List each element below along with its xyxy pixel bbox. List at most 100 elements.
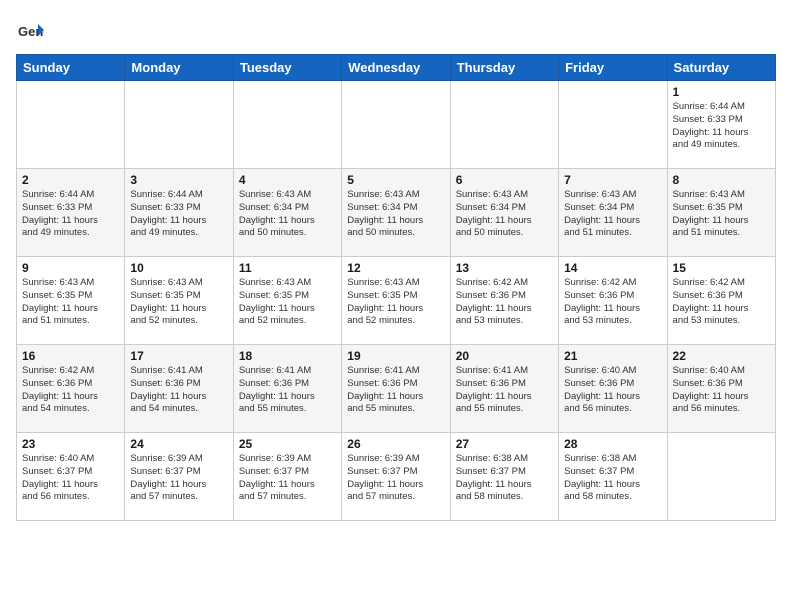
calendar-cell: 19Sunrise: 6:41 AM Sunset: 6:36 PM Dayli…: [342, 345, 450, 433]
calendar-cell: 11Sunrise: 6:43 AM Sunset: 6:35 PM Dayli…: [233, 257, 341, 345]
day-info: Sunrise: 6:43 AM Sunset: 6:35 PM Dayligh…: [347, 277, 444, 328]
calendar-cell: 12 Sunrise: 6:43 AM Sunset: 6:35 PM Dayli…: [342, 257, 450, 345]
day-number: 9: [22, 261, 119, 275]
day-info: Sunrise: 6:40 AM Sunset: 6:37 PM Dayligh…: [22, 453, 119, 504]
day-number: 8: [673, 173, 770, 187]
day-info: Sunrise: 6:44 AM Sunset: 6:33 PM Dayligh…: [130, 189, 227, 240]
calendar-cell: 10 Sunrise: 6:43 AM Sunset: 6:35 PM Dayli…: [125, 257, 233, 345]
calendar-cell: 21 Sunrise: 6:40 AM Sunset: 6:36 PM Dayli…: [559, 345, 667, 433]
calendar-cell: 5 Sunrise: 6:43 AM Sunset: 6:34 PM Daylig…: [342, 169, 450, 257]
day-number: 27: [456, 437, 553, 451]
day-info: Sunrise: 6:42 AM Sunset: 6:36 PM Dayligh…: [22, 365, 119, 416]
calendar-cell: 20Sunrise: 6:41 AM Sunset: 6:36 PM Dayli…: [450, 345, 558, 433]
calendar-cell: 23 Sunrise: 6:40 AM Sunset: 6:37 PM Dayli…: [17, 433, 125, 521]
day-number: 11: [239, 261, 336, 275]
day-number: 18: [239, 349, 336, 363]
calendar-cell: 17 Sunrise: 6:41 AM Sunset: 6:36 PM Dayli…: [125, 345, 233, 433]
calendar-week-row: 1 Sunrise: 6:44 AM Sunset: 6:33 PM Daylig…: [17, 81, 776, 169]
day-info: Sunrise: 6:41 AM Sunset: 6:36 PM Dayligh…: [347, 365, 444, 416]
day-info: Sunrise: 6:43 AM Sunset: 6:34 PM Dayligh…: [456, 189, 553, 240]
day-info: Sunrise: 6:40 AM Sunset: 6:36 PM Dayligh…: [673, 365, 770, 416]
day-number: 28: [564, 437, 661, 451]
calendar-cell: 6 Sunrise: 6:43 AM Sunset: 6:34 PM Daylig…: [450, 169, 558, 257]
day-info: Sunrise: 6:42 AM Sunset: 6:36 PM Dayligh…: [564, 277, 661, 328]
day-info: Sunrise: 6:41 AM Sunset: 6:36 PM Dayligh…: [239, 365, 336, 416]
day-number: 10: [130, 261, 227, 275]
logo-icon: General: [16, 16, 44, 44]
day-number: 21: [564, 349, 661, 363]
calendar-cell: 16 Sunrise: 6:42 AM Sunset: 6:36 PM Dayli…: [17, 345, 125, 433]
calendar-cell: 14 Sunrise: 6:42 AM Sunset: 6:36 PM Dayli…: [559, 257, 667, 345]
day-info: Sunrise: 6:43 AM Sunset: 6:35 PM Dayligh…: [673, 189, 770, 240]
day-number: 22: [673, 349, 770, 363]
calendar-cell: 4 Sunrise: 6:43 AM Sunset: 6:34 PM Daylig…: [233, 169, 341, 257]
calendar-week-row: 9 Sunrise: 6:43 AM Sunset: 6:35 PM Daylig…: [17, 257, 776, 345]
calendar-cell: [233, 81, 341, 169]
calendar-cell: 9 Sunrise: 6:43 AM Sunset: 6:35 PM Daylig…: [17, 257, 125, 345]
calendar-cell: 2 Sunrise: 6:44 AM Sunset: 6:33 PM Daylig…: [17, 169, 125, 257]
calendar-cell: 22 Sunrise: 6:40 AM Sunset: 6:36 PM Dayli…: [667, 345, 775, 433]
calendar-cell: [125, 81, 233, 169]
day-number: 6: [456, 173, 553, 187]
day-info: Sunrise: 6:43 AM Sunset: 6:34 PM Dayligh…: [347, 189, 444, 240]
day-info: Sunrise: 6:39 AM Sunset: 6:37 PM Dayligh…: [347, 453, 444, 504]
day-info: Sunrise: 6:43 AM Sunset: 6:35 PM Dayligh…: [22, 277, 119, 328]
calendar-cell: 18 Sunrise: 6:41 AM Sunset: 6:36 PM Dayli…: [233, 345, 341, 433]
calendar-table: SundayMondayTuesdayWednesdayThursdayFrid…: [16, 54, 776, 521]
calendar-cell: [559, 81, 667, 169]
day-number: 3: [130, 173, 227, 187]
day-number: 24: [130, 437, 227, 451]
day-number: 23: [22, 437, 119, 451]
day-info: Sunrise: 6:44 AM Sunset: 6:33 PM Dayligh…: [673, 101, 770, 152]
calendar-cell: 13Sunrise: 6:42 AM Sunset: 6:36 PM Dayli…: [450, 257, 558, 345]
day-info: Sunrise: 6:38 AM Sunset: 6:37 PM Dayligh…: [564, 453, 661, 504]
day-info: Sunrise: 6:41 AM Sunset: 6:36 PM Dayligh…: [130, 365, 227, 416]
day-info: Sunrise: 6:42 AM Sunset: 6:36 PM Dayligh…: [673, 277, 770, 328]
calendar-week-row: 16 Sunrise: 6:42 AM Sunset: 6:36 PM Dayli…: [17, 345, 776, 433]
day-info: Sunrise: 6:39 AM Sunset: 6:37 PM Dayligh…: [130, 453, 227, 504]
day-number: 14: [564, 261, 661, 275]
day-of-week-header: Tuesday: [233, 55, 341, 81]
day-of-week-header: Saturday: [667, 55, 775, 81]
day-info: Sunrise: 6:43 AM Sunset: 6:34 PM Dayligh…: [564, 189, 661, 240]
day-number: 12: [347, 261, 444, 275]
calendar-cell: 3 Sunrise: 6:44 AM Sunset: 6:33 PM Daylig…: [125, 169, 233, 257]
logo: General: [16, 16, 48, 44]
calendar-header-row: SundayMondayTuesdayWednesdayThursdayFrid…: [17, 55, 776, 81]
calendar-cell: 25 Sunrise: 6:39 AM Sunset: 6:37 PM Dayli…: [233, 433, 341, 521]
calendar-cell: 1 Sunrise: 6:44 AM Sunset: 6:33 PM Daylig…: [667, 81, 775, 169]
calendar-cell: [667, 433, 775, 521]
day-info: Sunrise: 6:38 AM Sunset: 6:37 PM Dayligh…: [456, 453, 553, 504]
calendar-cell: [450, 81, 558, 169]
day-number: 2: [22, 173, 119, 187]
calendar-cell: 7 Sunrise: 6:43 AM Sunset: 6:34 PM Daylig…: [559, 169, 667, 257]
day-info: Sunrise: 6:39 AM Sunset: 6:37 PM Dayligh…: [239, 453, 336, 504]
page-header: General: [16, 16, 776, 44]
calendar-cell: 8 Sunrise: 6:43 AM Sunset: 6:35 PM Daylig…: [667, 169, 775, 257]
day-number: 1: [673, 85, 770, 99]
day-of-week-header: Friday: [559, 55, 667, 81]
day-info: Sunrise: 6:43 AM Sunset: 6:35 PM Dayligh…: [130, 277, 227, 328]
calendar-cell: [17, 81, 125, 169]
day-number: 26: [347, 437, 444, 451]
day-info: Sunrise: 6:42 AM Sunset: 6:36 PM Dayligh…: [456, 277, 553, 328]
day-number: 16: [22, 349, 119, 363]
calendar-cell: [342, 81, 450, 169]
day-number: 4: [239, 173, 336, 187]
calendar-cell: 28 Sunrise: 6:38 AM Sunset: 6:37 PM Dayli…: [559, 433, 667, 521]
calendar-cell: 15 Sunrise: 6:42 AM Sunset: 6:36 PM Dayli…: [667, 257, 775, 345]
day-number: 5: [347, 173, 444, 187]
calendar-week-row: 23 Sunrise: 6:40 AM Sunset: 6:37 PM Dayli…: [17, 433, 776, 521]
day-info: Sunrise: 6:40 AM Sunset: 6:36 PM Dayligh…: [564, 365, 661, 416]
day-number: 7: [564, 173, 661, 187]
day-number: 15: [673, 261, 770, 275]
calendar-week-row: 2 Sunrise: 6:44 AM Sunset: 6:33 PM Daylig…: [17, 169, 776, 257]
calendar-cell: 24 Sunrise: 6:39 AM Sunset: 6:37 PM Dayli…: [125, 433, 233, 521]
day-of-week-header: Sunday: [17, 55, 125, 81]
day-info: Sunrise: 6:44 AM Sunset: 6:33 PM Dayligh…: [22, 189, 119, 240]
day-info: Sunrise: 6:43 AM Sunset: 6:34 PM Dayligh…: [239, 189, 336, 240]
day-of-week-header: Thursday: [450, 55, 558, 81]
day-number: 17: [130, 349, 227, 363]
day-of-week-header: Wednesday: [342, 55, 450, 81]
day-number: 25: [239, 437, 336, 451]
